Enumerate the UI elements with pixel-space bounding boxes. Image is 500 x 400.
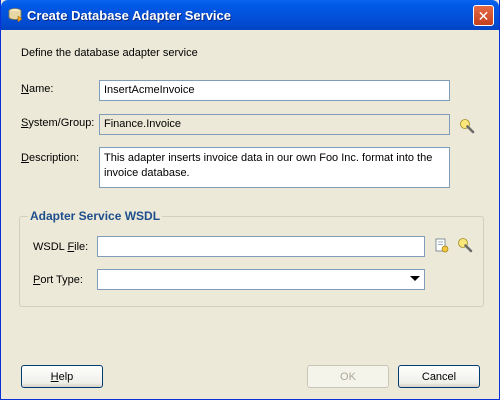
description-textarea[interactable]: This adapter inserts invoice data in our… xyxy=(99,147,450,188)
name-label-mnemonic: N xyxy=(21,83,29,95)
port-type-label-post: ort Type: xyxy=(40,274,83,286)
wsdl-file-input[interactable] xyxy=(97,236,425,257)
wsdl-file-label: WSDL File: xyxy=(33,241,88,253)
port-type-label: Port Type: xyxy=(33,274,83,286)
document-browse-icon[interactable] xyxy=(434,238,450,254)
system-group-label-rest: ystem/Group: xyxy=(28,117,95,129)
wsdl-file-label-post: ile: xyxy=(74,241,89,253)
chevron-down-icon[interactable] xyxy=(410,276,420,281)
description-label: Description: xyxy=(21,152,79,164)
help-button-rest: elp xyxy=(58,370,74,383)
system-group-label: System/Group: xyxy=(21,117,94,129)
help-button-mnemonic: H xyxy=(50,370,59,383)
name-label: Name: xyxy=(21,83,53,95)
title-bar[interactable]: Create Database Adapter Service ✕ xyxy=(1,0,499,30)
flashlight-icon[interactable] xyxy=(457,237,473,253)
close-icon: ✕ xyxy=(477,7,490,24)
help-button[interactable]: Help xyxy=(21,365,103,388)
dialog-body: Define the database adapter service Name… xyxy=(4,30,498,397)
database-adapter-icon xyxy=(8,8,23,23)
port-type-select[interactable] xyxy=(97,269,425,290)
description-label-rest: escription: xyxy=(28,152,80,164)
intro-text: Define the database adapter service xyxy=(21,47,198,59)
ok-button[interactable]: OK xyxy=(307,365,389,388)
group-title: Adapter Service WSDL xyxy=(28,209,163,223)
cancel-button[interactable]: Cancel xyxy=(398,365,480,388)
name-label-rest: ame: xyxy=(28,83,54,95)
close-button[interactable]: ✕ xyxy=(473,5,494,26)
dialog-window: Create Database Adapter Service ✕ Define… xyxy=(0,0,500,400)
description-label-mnemonic: D xyxy=(21,152,29,164)
name-input[interactable]: InsertAcmeInvoice xyxy=(99,80,450,101)
adapter-service-wsdl-group: Adapter Service WSDL WSDL File: Port Typ… xyxy=(19,209,484,307)
window-title: Create Database Adapter Service xyxy=(27,8,232,23)
wsdl-file-label-pre: WSDL xyxy=(33,241,68,253)
flashlight-icon[interactable] xyxy=(459,118,475,134)
system-group-field: Finance.Invoice xyxy=(99,114,450,135)
